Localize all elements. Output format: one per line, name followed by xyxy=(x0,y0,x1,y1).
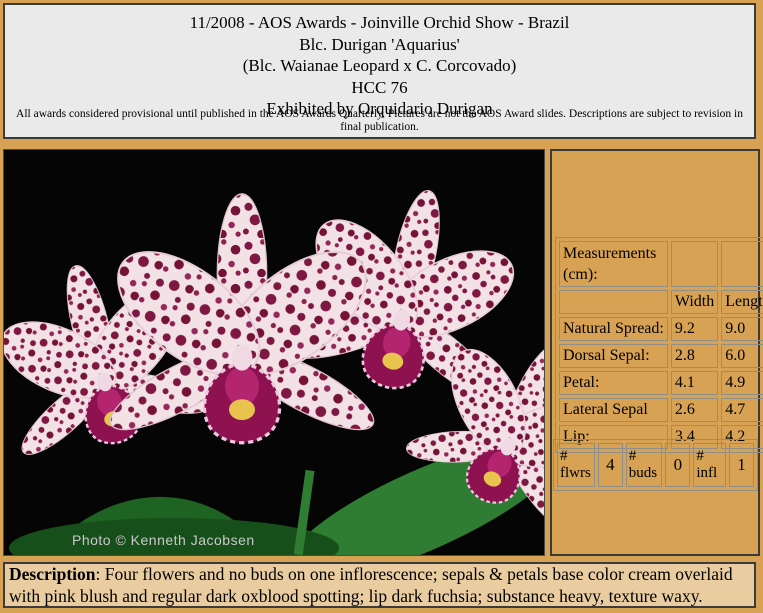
row-length: 4.9 xyxy=(721,371,763,395)
description-box: Description: Four flowers and no buds on… xyxy=(3,562,756,608)
award-header: 11/2008 - AOS Awards - Joinville Orchid … xyxy=(3,3,756,139)
table-row: Petal: 4.1 4.9 xyxy=(559,371,763,395)
award-title-block: 11/2008 - AOS Awards - Joinville Orchid … xyxy=(5,5,754,120)
row-label: Natural Spread: xyxy=(559,317,668,341)
table-row: Measurements (cm): xyxy=(559,241,763,287)
counts-table: # flwrs 4 # buds 0 # infl 1 xyxy=(553,439,758,491)
flowers-count-value: 4 xyxy=(598,443,623,487)
table-row: Dorsal Sepal: 2.8 6.0 xyxy=(559,344,763,368)
award-code-line: HCC 76 xyxy=(5,77,754,99)
description-text: : Four flowers and no buds on one inflor… xyxy=(9,564,733,606)
col-header-width: Width xyxy=(671,290,718,314)
table-row: # flwrs 4 # buds 0 # infl 1 xyxy=(557,443,754,487)
table-row: Natural Spread: 9.2 9.0 xyxy=(559,317,763,341)
orchid-photo-image xyxy=(4,150,544,555)
col-header-length: Length xyxy=(721,290,763,314)
buds-count-label: # buds xyxy=(626,443,663,487)
plant-name-line: Blc. Durigan 'Aquarius' xyxy=(5,34,754,56)
infl-count-value: 1 xyxy=(729,443,754,487)
award-event-line: 11/2008 - AOS Awards - Joinville Orchid … xyxy=(5,12,754,34)
infl-count-label: # infl xyxy=(693,443,726,487)
row-width: 4.1 xyxy=(671,371,718,395)
award-page: 11/2008 - AOS Awards - Joinville Orchid … xyxy=(0,0,763,613)
measurements-table: Measurements (cm): Width Length Natural … xyxy=(555,237,763,453)
photo-credit: Photo © Kenneth Jacobsen xyxy=(72,532,255,548)
measurements-panel: Measurements (cm): Width Length Natural … xyxy=(550,149,760,556)
empty-cell xyxy=(671,241,718,287)
empty-cell xyxy=(721,241,763,287)
description-label: Description xyxy=(9,564,96,584)
row-width: 2.8 xyxy=(671,344,718,368)
flowers-count-label: # flwrs xyxy=(557,443,595,487)
provisional-disclaimer: All awards considered provisional until … xyxy=(5,108,754,134)
orchid-photo: Photo © Kenneth Jacobsen xyxy=(3,149,545,556)
parentage-line: (Blc. Waianae Leopard x C. Corcovado) xyxy=(5,55,754,77)
table-row: Lateral Sepal 2.6 4.7 xyxy=(559,398,763,422)
row-length: 9.0 xyxy=(721,317,763,341)
measurements-title: Measurements (cm): xyxy=(559,241,668,287)
row-length: 6.0 xyxy=(721,344,763,368)
row-label: Lateral Sepal xyxy=(559,398,668,422)
row-label: Petal: xyxy=(559,371,668,395)
row-width: 9.2 xyxy=(671,317,718,341)
row-length: 4.7 xyxy=(721,398,763,422)
empty-cell xyxy=(559,290,668,314)
row-width: 2.6 xyxy=(671,398,718,422)
buds-count-value: 0 xyxy=(665,443,690,487)
row-label: Dorsal Sepal: xyxy=(559,344,668,368)
table-header-row: Width Length xyxy=(559,290,763,314)
